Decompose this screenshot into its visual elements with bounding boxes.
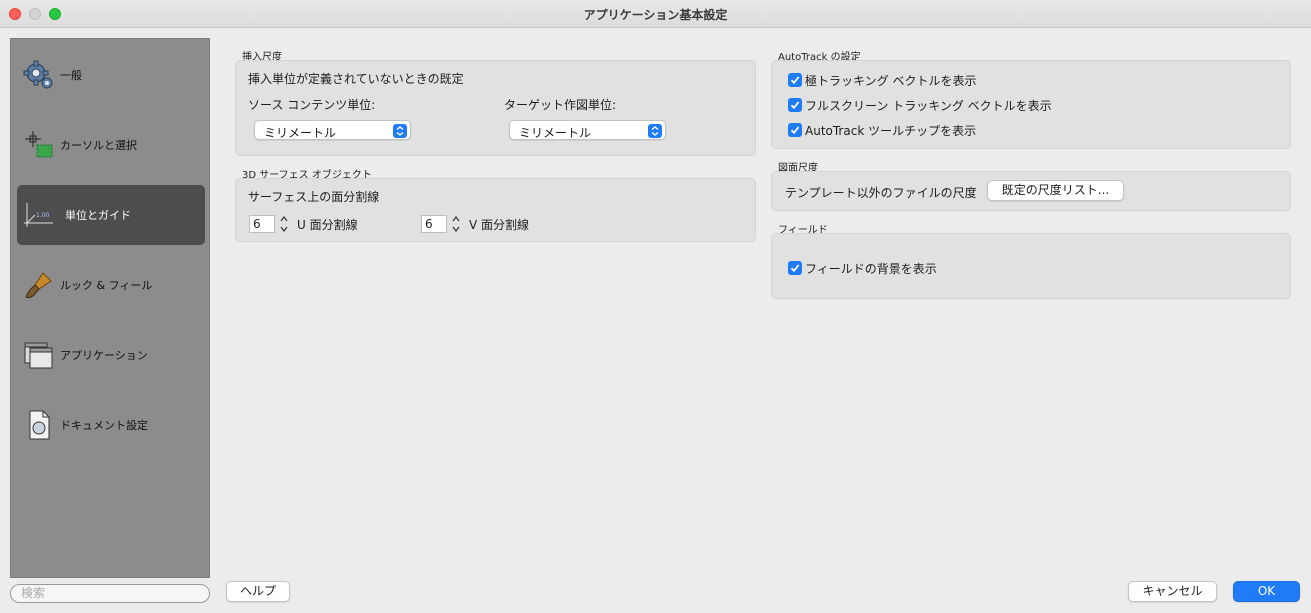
insert-scale-box: 挿入単位が定義されていないときの既定 ソース コンテンツ単位: ミリメートル タ… <box>235 60 756 156</box>
sidebar-item-general[interactable]: 一般 <box>17 45 205 105</box>
surface-3d-subtitle: サーフェス上の面分割線 <box>248 190 380 204</box>
u-isolines-stepper[interactable] <box>278 213 290 235</box>
search-input[interactable] <box>21 586 199 600</box>
target-units-popup[interactable]: ミリメートル <box>509 120 666 140</box>
sidebar-item-document-settings[interactable]: ドキュメント設定 <box>17 395 205 455</box>
fullscreen-tracking-checkbox[interactable] <box>788 98 802 112</box>
v-isolines-field[interactable]: 6 <box>421 215 447 233</box>
help-button[interactable]: ヘルプ <box>226 581 290 602</box>
brush-icon <box>25 272 52 299</box>
surface-3d-box: サーフェス上の面分割線 6 U 面分割線 6 V 面分割線 <box>235 178 756 242</box>
u-isolines-label: U 面分割線 <box>297 218 358 232</box>
source-units-label: ソース コンテンツ単位: <box>248 98 376 112</box>
title-bar: アプリケーション基本設定 <box>0 0 1311 28</box>
polar-tracking-checkbox[interactable] <box>788 73 802 87</box>
units-guide-icon: 1.00 <box>24 203 53 227</box>
polar-tracking-label: 極トラッキング ベクトルを表示 <box>805 74 977 88</box>
document-icon <box>29 410 50 440</box>
sidebar-item-label: カーソルと選択 <box>60 139 137 152</box>
field-background-checkbox[interactable] <box>788 261 802 275</box>
u-isolines-field[interactable]: 6 <box>249 215 275 233</box>
sidebar-item-look-feel[interactable]: ルック & フィール <box>17 255 205 315</box>
sidebar: 一般 カーソルと選択 1.00 単位とガイド ルック & フィール アプリケーシ… <box>10 38 210 578</box>
updown-chevron-icon <box>648 124 662 138</box>
source-units-value: ミリメートル <box>264 126 337 140</box>
ok-button[interactable]: OK <box>1233 581 1300 602</box>
sidebar-item-application[interactable]: アプリケーション <box>17 325 205 385</box>
cancel-button[interactable]: キャンセル <box>1128 581 1217 602</box>
drawing-scale-label: テンプレート以外のファイルの尺度 <box>785 186 977 200</box>
gear-icon <box>23 60 53 89</box>
updown-chevron-icon <box>393 124 407 138</box>
preferences-window: アプリケーション基本設定 一般 カーソルと選択 1.00 単位とガイド ルック … <box>0 0 1311 613</box>
windows-icon <box>24 342 53 369</box>
drawing-scale-box: テンプレート以外のファイルの尺度 既定の尺度リスト... <box>771 171 1291 211</box>
sidebar-item-label: ルック & フィール <box>60 279 153 292</box>
fields-box: フィールドの背景を表示 <box>771 233 1291 299</box>
default-scale-list-button[interactable]: 既定の尺度リスト... <box>987 180 1124 201</box>
sidebar-item-label: アプリケーション <box>60 349 148 362</box>
v-isolines-stepper[interactable] <box>450 213 462 235</box>
target-units-label: ターゲット作図単位: <box>504 98 617 112</box>
insert-scale-subtitle: 挿入単位が定義されていないときの既定 <box>248 72 464 86</box>
autotrack-tooltip-label: AutoTrack ツールチップを表示 <box>805 124 977 138</box>
source-units-popup[interactable]: ミリメートル <box>254 120 411 140</box>
field-background-label: フィールドの背景を表示 <box>805 262 937 276</box>
fullscreen-tracking-label: フルスクリーン トラッキング ベクトルを表示 <box>805 99 1052 113</box>
autotrack-tooltip-checkbox[interactable] <box>788 123 802 137</box>
search-field[interactable] <box>10 584 210 603</box>
sidebar-item-units-guides[interactable]: 1.00 単位とガイド <box>17 185 205 245</box>
svg-text:1.00: 1.00 <box>36 212 50 219</box>
sidebar-item-label: 一般 <box>60 69 82 82</box>
target-units-value: ミリメートル <box>519 126 592 140</box>
sidebar-item-cursor-selection[interactable]: カーソルと選択 <box>17 115 205 175</box>
window-title: アプリケーション基本設定 <box>583 8 728 22</box>
sidebar-item-label: ドキュメント設定 <box>60 419 148 432</box>
v-isolines-label: V 面分割線 <box>469 218 530 232</box>
sidebar-item-label: 単位とガイド <box>65 209 131 222</box>
autotrack-box: 極トラッキング ベクトルを表示 フルスクリーン トラッキング ベクトルを表示 A… <box>771 60 1291 149</box>
cursor-selection-icon <box>25 131 53 158</box>
